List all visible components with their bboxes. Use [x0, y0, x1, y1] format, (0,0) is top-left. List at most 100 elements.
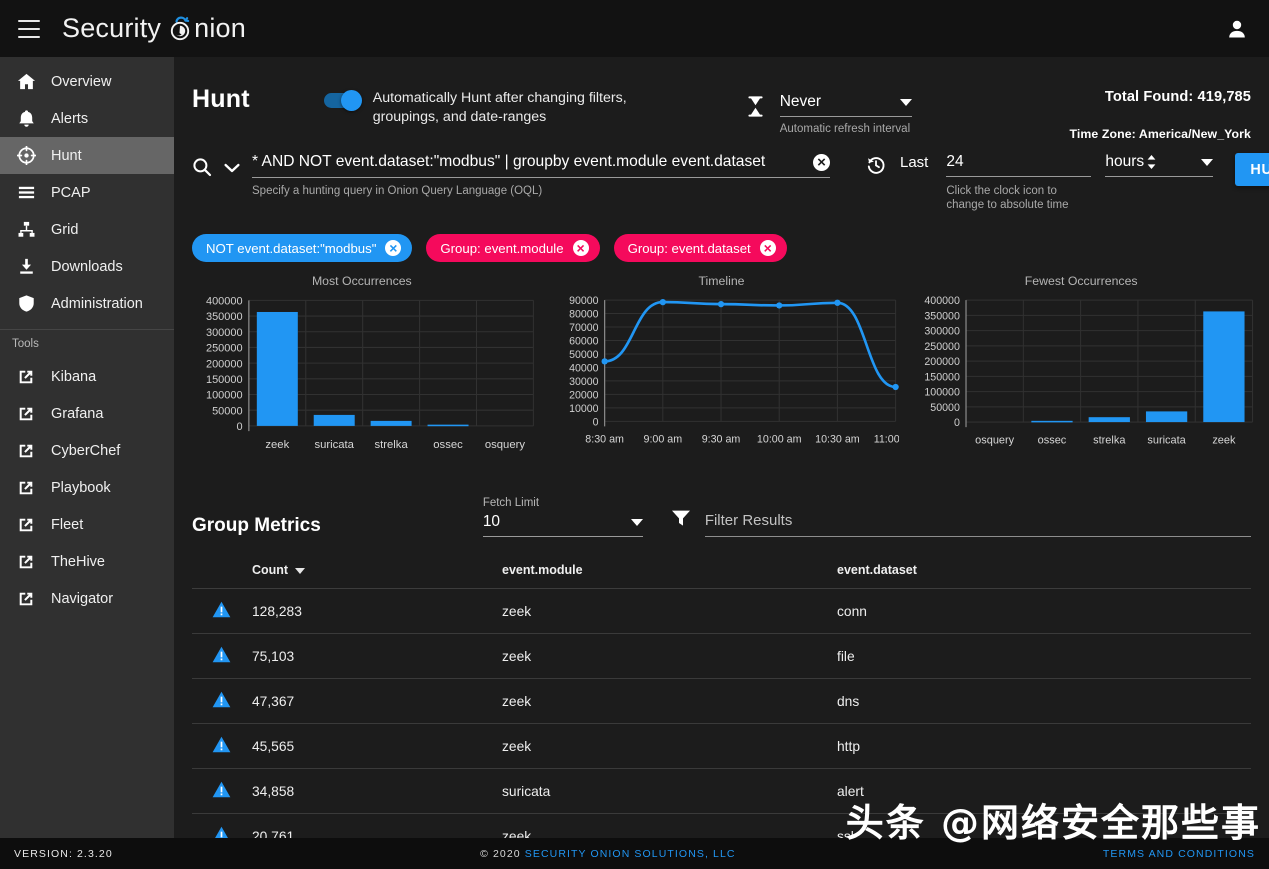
column-header-count[interactable]: Count	[252, 563, 502, 590]
sidebar-item-cyberchef[interactable]: CyberChef	[0, 432, 174, 469]
sidebar-item-pcap[interactable]: PCAP	[0, 174, 174, 211]
filter-chip-label: NOT event.dataset:"modbus"	[206, 240, 377, 256]
filter-results-input[interactable]	[704, 512, 1251, 530]
remove-chip-icon[interactable]	[759, 240, 776, 256]
hunt-button[interactable]: HUNT	[1235, 153, 1269, 186]
sidebar-item-label: Alerts	[51, 110, 89, 127]
last-label: Last	[900, 154, 929, 171]
external-link-icon	[16, 441, 36, 461]
refresh-interval-group: Never Automatic refresh interval	[747, 93, 912, 135]
search-icon[interactable]	[192, 157, 212, 182]
auto-hunt-label: Automatically Hunt after changing filter…	[372, 90, 627, 125]
filter-chip[interactable]: Group: event.dataset	[613, 234, 787, 262]
svg-text:300000: 300000	[925, 326, 961, 338]
svg-text:strelka: strelka	[375, 439, 409, 451]
table-row[interactable]: 128,283 zeek conn	[192, 588, 1251, 635]
sidebar-item-fleet[interactable]: Fleet	[0, 506, 174, 543]
table-row[interactable]: 34,858 suricata alert	[192, 768, 1251, 815]
sidebar-item-grid[interactable]: Grid	[0, 211, 174, 248]
table-row[interactable]: 47,367 zeek dns	[192, 678, 1251, 725]
svg-text:150000: 150000	[206, 374, 243, 386]
row-alert-cell	[192, 768, 252, 815]
clock-rewind-icon[interactable]	[866, 155, 886, 180]
chevron-down-icon[interactable]	[224, 160, 240, 178]
chart-title: Fewest Occurrences	[1024, 274, 1138, 288]
table-header-row: Count event.module event.dataset	[192, 563, 1251, 590]
query-row: Specify a hunting query in Onion Query L…	[174, 145, 1269, 212]
row-count: 34,858	[252, 768, 502, 815]
svg-text:50000: 50000	[212, 405, 243, 417]
brand-name-right: nion	[194, 13, 246, 43]
sidebar-item-label: Grafana	[51, 405, 104, 422]
svg-text:40000: 40000	[569, 362, 599, 374]
sidebar-item-alerts[interactable]: Alerts	[0, 100, 174, 137]
refresh-interval-select[interactable]: Never Automatic refresh interval	[779, 93, 912, 135]
sidebar-item-label: Overview	[51, 73, 112, 90]
external-link-icon	[16, 515, 36, 535]
svg-text:8:30 am: 8:30 am	[585, 434, 624, 446]
svg-text:ossec: ossec	[433, 439, 463, 451]
column-header-event-module[interactable]: event.module	[502, 563, 837, 590]
auto-hunt-toggle[interactable]	[323, 90, 362, 111]
table-row[interactable]: 45,565 zeek http	[192, 723, 1251, 770]
svg-text:0: 0	[236, 421, 242, 433]
hunt-page: Security nion Overview Alerts Hunt PCAP …	[0, 0, 1269, 869]
row-event-dataset: dns	[837, 678, 1251, 725]
sidebar-item-downloads[interactable]: Downloads	[0, 248, 174, 285]
refresh-interval-hint: Automatic refresh interval	[779, 123, 911, 135]
svg-text:ossec: ossec	[1038, 434, 1067, 446]
auto-hunt-toggle-group: Automatically Hunt after changing filter…	[323, 89, 673, 127]
alert-triangle-icon[interactable]	[212, 781, 252, 801]
sidebar-item-grafana[interactable]: Grafana	[0, 395, 174, 432]
refresh-interval-value: Never	[779, 93, 822, 110]
sidebar-item-hunt[interactable]: Hunt	[0, 137, 174, 174]
column-header-event-dataset[interactable]: event.dataset	[837, 563, 1251, 590]
query-input[interactable]	[252, 153, 805, 171]
sidebar-item-label: Kibana	[51, 368, 97, 385]
query-field: Specify a hunting query in Onion Query L…	[252, 153, 830, 197]
sidebar-item-label: Downloads	[51, 258, 123, 275]
fetch-limit-select[interactable]: Fetch Limit 10	[482, 497, 643, 538]
filter-chip[interactable]: Group: event.module	[426, 234, 600, 262]
remove-chip-icon[interactable]	[572, 240, 589, 256]
group-metrics-title: Group Metrics	[192, 515, 321, 537]
alert-triangle-icon[interactable]	[212, 736, 252, 756]
user-account-icon[interactable]	[1223, 15, 1251, 43]
remove-chip-icon[interactable]	[385, 240, 402, 256]
sidebar-item-playbook[interactable]: Playbook	[0, 469, 174, 506]
terms-link[interactable]: TERMS AND CONDITIONS	[1103, 848, 1255, 860]
home-icon	[16, 72, 36, 92]
sidebar-item-kibana[interactable]: Kibana	[0, 358, 174, 395]
sidebar-item-thehive[interactable]: TheHive	[0, 543, 174, 580]
sidebar-tools-caption: Tools	[12, 338, 39, 350]
sidebar-item-administration[interactable]: Administration	[0, 285, 174, 322]
hamburger-menu-icon[interactable]	[18, 19, 40, 38]
crosshair-icon	[16, 146, 36, 166]
svg-text:10:00 am: 10:00 am	[757, 434, 802, 446]
svg-text:400000: 400000	[925, 295, 961, 307]
chart-canvas: 0 50000 100000 150000 200000 250000 300000 3500…	[206, 296, 534, 451]
external-link-icon	[16, 589, 36, 609]
charts-row: Most Occurrences 0 50000 100000 150000 20000…	[174, 262, 1269, 459]
filter-chip[interactable]: NOT event.dataset:"modbus"	[192, 234, 413, 262]
row-count: 128,283	[252, 588, 502, 635]
hourglass-icon	[747, 96, 764, 122]
row-event-dataset: conn	[837, 588, 1251, 635]
active-filters: NOT event.dataset:"modbus" Group: event.…	[174, 212, 1269, 262]
time-amount-hint: Click the clock icon to change to absolu…	[946, 185, 1069, 211]
copyright-link[interactable]: SECURITY ONION SOLUTIONS, LLC	[525, 848, 736, 860]
alert-triangle-icon[interactable]	[212, 691, 252, 711]
sidebar-item-overview[interactable]: Overview	[0, 63, 174, 100]
copyright-label: © 2020 SECURITY ONION SOLUTIONS, LLC	[480, 848, 735, 860]
svg-text:9:00 am: 9:00 am	[643, 434, 682, 446]
sidebar-item-navigator[interactable]: Navigator	[0, 580, 174, 617]
alert-triangle-icon[interactable]	[212, 646, 252, 666]
alert-triangle-icon[interactable]	[212, 601, 252, 621]
column-header-icon	[192, 563, 252, 590]
time-unit-select[interactable]: hours	[1105, 153, 1214, 177]
chart-most-occurrences: Most Occurrences 0 50000 100000 150000 20000…	[184, 274, 540, 459]
row-count: 75,103	[252, 633, 502, 680]
version-label: VERSION: 2.3.20	[14, 847, 113, 860]
table-row[interactable]: 75,103 zeek file	[192, 633, 1251, 680]
clear-circle-icon[interactable]	[813, 153, 830, 171]
